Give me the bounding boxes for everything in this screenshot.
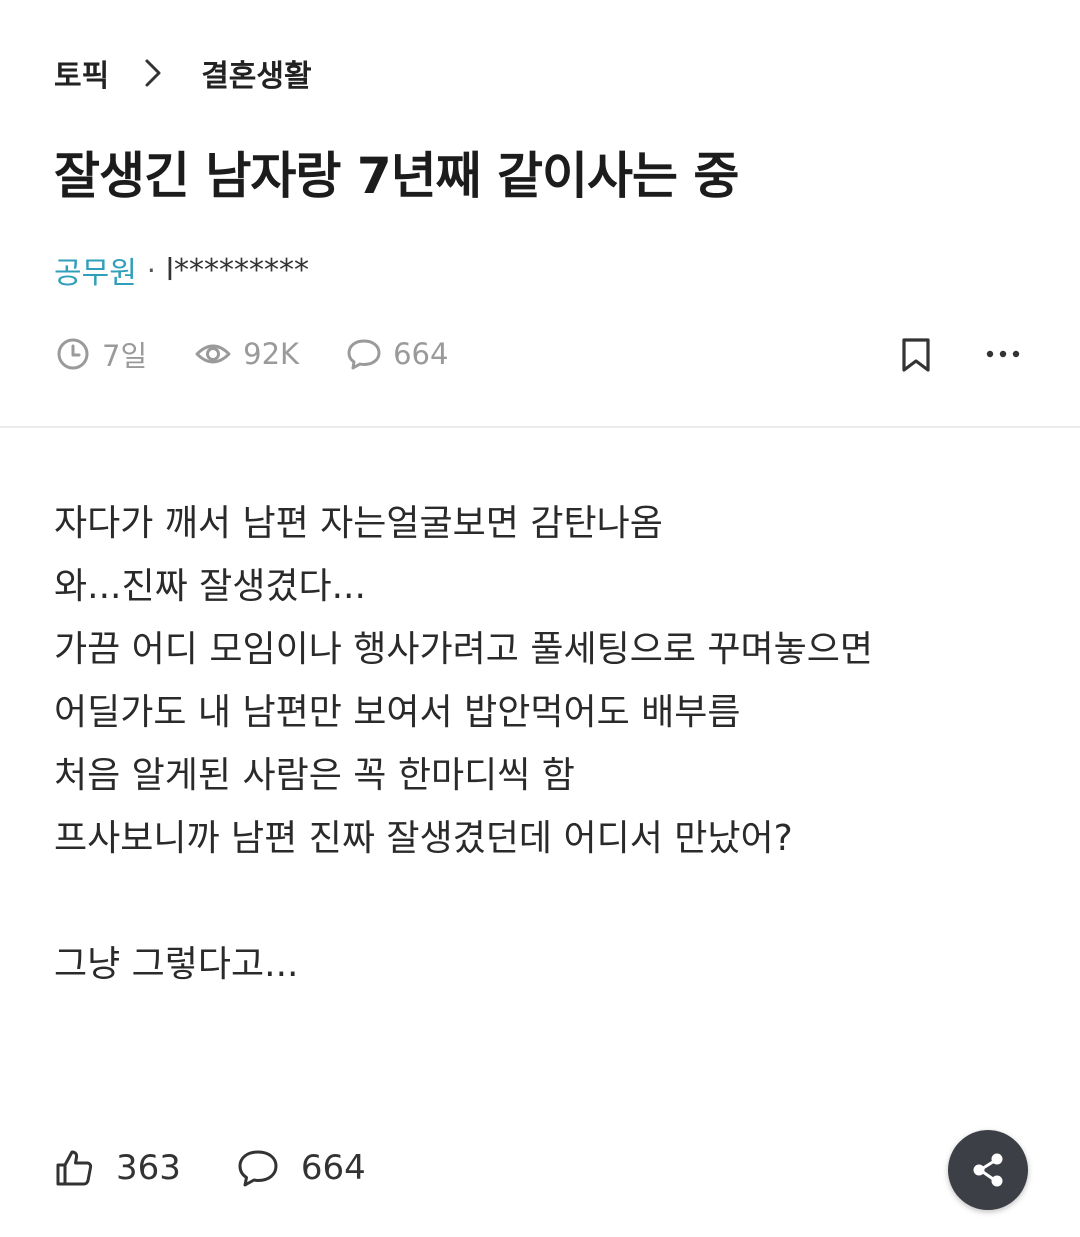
post-meta: 7일 92K 664 [56, 332, 496, 376]
post-body: 자다가 깨서 남편 자는얼굴보면 감탄나옴 와...진짜 잘생겼다... 가끔 … [54, 492, 873, 996]
divider [0, 426, 1080, 428]
eye-icon [195, 344, 231, 364]
breadcrumb-topic[interactable]: 토픽 [54, 51, 109, 95]
post-body-line [54, 870, 873, 933]
more-icon [986, 350, 1020, 358]
author-info: 공무원 · l********* [54, 248, 309, 292]
post-body-line: 그냥 그렇다고... [54, 944, 299, 985]
author-nickname: l********* [165, 252, 310, 288]
post-time: 7일 [102, 339, 148, 373]
post-body-line: 어딜가도 내 남편만 보여서 밥안먹어도 배부름 [54, 692, 741, 733]
share-icon [973, 1153, 1003, 1187]
comment-icon [347, 339, 381, 370]
post-body-line: 자다가 깨서 남편 자는얼굴보면 감탄나옴 [54, 503, 663, 544]
bookmark-button[interactable] [896, 334, 936, 376]
post-body-line: 처음 알게된 사람은 꼭 한마디씩 함 [54, 755, 575, 796]
like-count: 363 [116, 1148, 181, 1188]
post-actions: 363 664 [54, 1140, 422, 1196]
author-separator: · [146, 253, 156, 287]
meta-time: 7일 [56, 333, 147, 375]
chevron-right-icon [127, 52, 179, 94]
post-body-line: 가끔 어디 모임이나 행사가려고 풀세팅으로 꾸며놓으면 [54, 629, 873, 670]
breadcrumb: 토픽 결혼생활 [54, 52, 312, 94]
author-company[interactable]: 공무원 [54, 248, 137, 292]
like-button[interactable]: 363 [54, 1148, 181, 1188]
more-button[interactable] [980, 334, 1026, 374]
footer-comment-count: 664 [300, 1148, 366, 1188]
comment-button[interactable]: 664 [237, 1148, 366, 1188]
meta-views: 92K [195, 337, 299, 371]
post-body-line: 와...진짜 잘생겼다... [54, 566, 366, 607]
share-button[interactable] [948, 1130, 1028, 1210]
bookmark-icon [902, 338, 930, 372]
meta-comments: 664 [347, 337, 448, 371]
thumbs-up-icon [56, 1150, 93, 1186]
post-body-line: 프사보니까 남편 진짜 잘생겼던데 어디서 만났어? [54, 818, 793, 859]
clock-icon [57, 338, 89, 370]
comment-icon [238, 1150, 278, 1187]
post-comment-count: 664 [393, 337, 449, 371]
post-title: 잘생긴 남자랑 7년째 같이사는 중 [54, 147, 739, 205]
breadcrumb-category[interactable]: 결혼생활 [201, 51, 311, 95]
post-views: 92K [243, 337, 300, 371]
